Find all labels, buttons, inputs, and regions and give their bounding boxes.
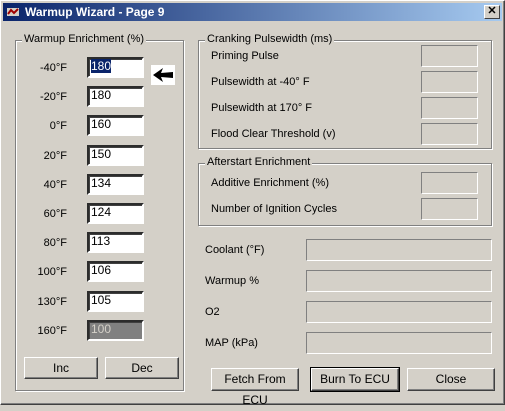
gauge-readout bbox=[306, 270, 492, 292]
warmup-value-text: 106 bbox=[91, 263, 112, 278]
warmup-value-field[interactable]: 160 bbox=[87, 115, 144, 137]
cranking-readout bbox=[421, 71, 478, 93]
app-icon bbox=[7, 8, 19, 16]
warmup-value-field[interactable]: 180 bbox=[87, 86, 144, 108]
warmup-temp-label: 80°F bbox=[43, 237, 67, 250]
warmup-temp-label: 100°F bbox=[37, 266, 67, 279]
warmup-value-field[interactable]: 105 bbox=[87, 290, 144, 312]
gauge-label: MAP (kPa) bbox=[205, 337, 258, 349]
warmup-value-text: 134 bbox=[91, 175, 112, 190]
cranking-pulsewidth-legend: Cranking Pulsewidth (ms) bbox=[205, 33, 335, 45]
warmup-temp-label: -20°F bbox=[39, 91, 67, 104]
warmup-temp-label: -40°F bbox=[39, 62, 67, 74]
cranking-readout bbox=[421, 123, 478, 145]
cranking-label: Pulsewidth at 170° F bbox=[211, 102, 313, 114]
warmup-value-text: 105 bbox=[91, 292, 112, 307]
warmup-value-field[interactable]: 113 bbox=[87, 232, 144, 254]
warmup-value-field[interactable]: 106 bbox=[87, 261, 144, 283]
burn-button-label: Burn To ECU bbox=[320, 372, 390, 386]
warmup-value-field[interactable]: 180 bbox=[87, 57, 144, 78]
afterstart-enrichment-legend: Afterstart Enrichment bbox=[205, 156, 313, 168]
afterstart-label: Number of Ignition Cycles bbox=[211, 203, 337, 215]
warmup-value-text: 160 bbox=[91, 117, 112, 132]
warmup-value-text: 113 bbox=[91, 234, 111, 249]
afterstart-label: Additive Enrichment (%) bbox=[211, 177, 329, 189]
close-button-label: Close bbox=[435, 372, 467, 386]
gauge-label: O2 bbox=[205, 306, 220, 318]
warmup-value-field: 100 bbox=[87, 319, 144, 341]
warmup-value-field[interactable]: 150 bbox=[87, 144, 144, 166]
cranking-readout bbox=[421, 97, 478, 119]
warmup-wizard-window: Warmup Wizard - Page 9 ✕ Warmup Enrichme… bbox=[0, 0, 505, 407]
warmup-value-text: 180 bbox=[91, 59, 112, 73]
close-window-button[interactable]: ✕ bbox=[484, 5, 500, 19]
title-bar[interactable]: Warmup Wizard - Page 9 ✕ bbox=[3, 3, 502, 21]
cranking-label: Priming Pulse bbox=[211, 50, 279, 62]
gauge-readout bbox=[306, 332, 492, 354]
close-button[interactable]: Close bbox=[407, 368, 495, 391]
afterstart-readout bbox=[421, 172, 478, 194]
dec-button-label: Dec bbox=[131, 361, 153, 375]
gauge-label: Warmup % bbox=[205, 275, 259, 287]
cranking-label: Pulsewidth at -40° F bbox=[211, 76, 310, 88]
warmup-value-text: 124 bbox=[91, 205, 112, 219]
warmup-value-text: 180 bbox=[91, 88, 112, 103]
warmup-temp-label: 60°F bbox=[43, 208, 67, 220]
fetch-from-ecu-button[interactable]: Fetch From ECU bbox=[211, 368, 299, 407]
gauge-readout bbox=[306, 301, 492, 323]
warmup-temp-label: 40°F bbox=[43, 178, 67, 191]
cranking-label: Flood Clear Threshold (v) bbox=[211, 128, 336, 140]
warmup-temp-label: 160°F bbox=[37, 324, 67, 337]
warmup-value-field[interactable]: 134 bbox=[87, 173, 144, 195]
cranking-readout bbox=[421, 45, 478, 67]
warmup-enrichment-legend: Warmup Enrichment (%) bbox=[22, 33, 147, 45]
inc-button-label: Inc bbox=[52, 361, 69, 375]
close-icon: ✕ bbox=[487, 5, 497, 17]
gauge-label: Coolant (°F) bbox=[205, 244, 265, 256]
warmup-temp-label: 20°F bbox=[43, 149, 67, 162]
window-title: Warmup Wizard - Page 9 bbox=[25, 5, 165, 19]
burn-to-ecu-button[interactable]: Burn To ECU bbox=[310, 367, 400, 392]
dec-button[interactable]: Dec bbox=[105, 357, 179, 379]
warmup-temp-label: 130°F bbox=[37, 295, 67, 308]
inc-button[interactable]: Inc bbox=[24, 357, 98, 379]
afterstart-readout bbox=[421, 198, 478, 220]
warmup-temp-label: 0°F bbox=[49, 120, 67, 133]
warmup-value-field[interactable]: 124 bbox=[87, 203, 144, 224]
fetch-button-label: Fetch From ECU bbox=[224, 372, 286, 407]
gauge-readout bbox=[306, 239, 492, 261]
warmup-value-text: 100 bbox=[91, 321, 112, 336]
warmup-value-text: 150 bbox=[91, 146, 112, 161]
arrow-left-icon bbox=[151, 65, 175, 85]
